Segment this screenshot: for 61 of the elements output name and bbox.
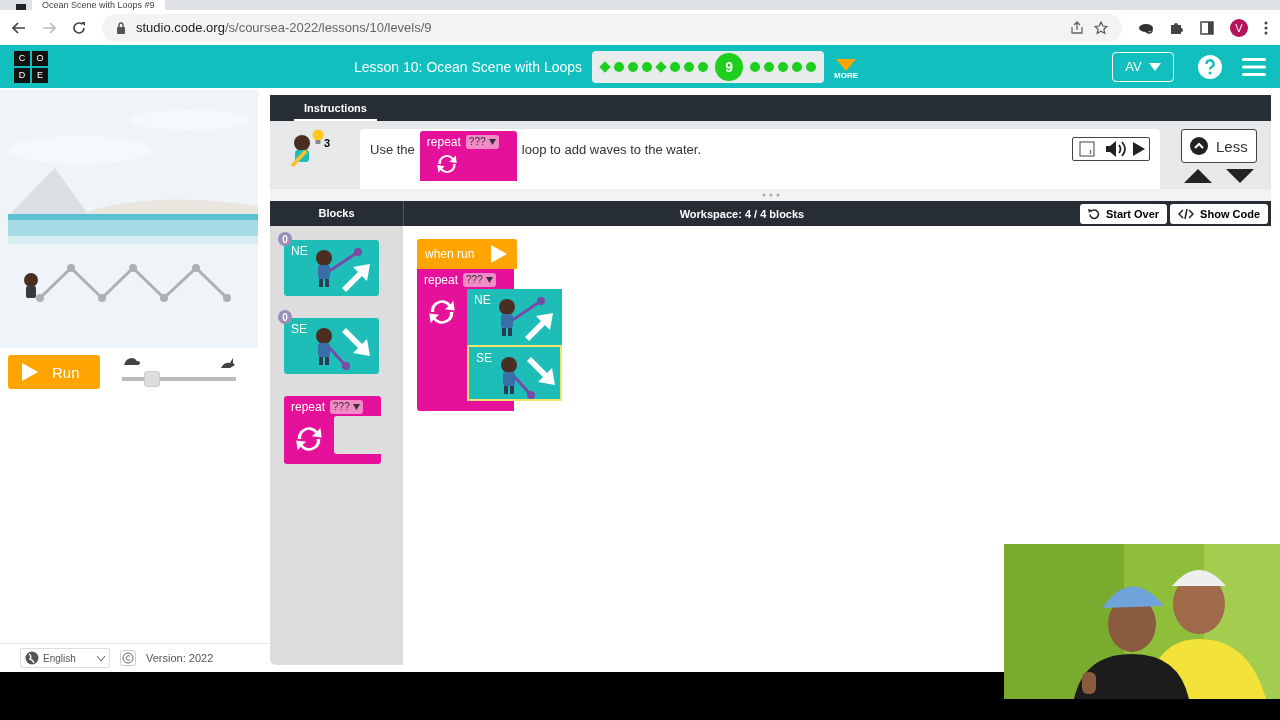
level-dot[interactable] — [778, 61, 789, 72]
caret-icon[interactable] — [485, 273, 496, 287]
back-icon[interactable] — [12, 20, 26, 35]
menu-icon[interactable] — [1242, 56, 1266, 77]
show-code-button[interactable]: Show Code — [1170, 203, 1268, 224]
hint-count: 3 — [324, 137, 331, 149]
level-dot[interactable] — [764, 61, 775, 72]
version-text: Version: 2022 — [146, 652, 214, 664]
logo[interactable]: C O D E — [14, 50, 48, 83]
caret-icon[interactable] — [488, 135, 499, 149]
slider-thumb[interactable] — [143, 371, 160, 387]
level-dot[interactable] — [684, 61, 695, 72]
workspace-title: Workspace: 4 / 4 blocks — [678, 207, 806, 220]
resize-handle-icon[interactable] — [761, 193, 780, 197]
instruction-text: loop to add waves to the water. — [521, 142, 702, 157]
help-icon[interactable] — [1198, 54, 1222, 79]
share-icon[interactable] — [1070, 20, 1084, 35]
profile-avatar[interactable]: V — [1230, 18, 1248, 37]
reload-icon[interactable] — [72, 20, 86, 35]
address-bar[interactable]: studio.code.org/s/coursea-2022/lessons/10/levels/9 — [102, 13, 1122, 42]
play-icon — [489, 243, 509, 265]
repeat-block[interactable]: repeat ??? NE SE — [417, 269, 562, 411]
count-badge: 0 — [278, 232, 292, 246]
more-icon[interactable] — [1264, 20, 1268, 35]
collapse-icon[interactable] — [1190, 137, 1208, 155]
repeat-block[interactable]: repeat ??? — [284, 396, 381, 464]
level-dot[interactable] — [628, 61, 639, 72]
level-dot[interactable] — [698, 61, 709, 72]
level-dot[interactable] — [614, 61, 625, 72]
chevron-icon[interactable] — [97, 655, 105, 661]
level-dot[interactable] — [670, 61, 681, 72]
url-text: studio.code.org/s/coursea-2022/lessons/10/levels/9 — [136, 20, 432, 35]
globe-icon — [25, 651, 39, 665]
instruction-text: Use the — [370, 142, 415, 157]
caret-icon[interactable] — [352, 400, 363, 414]
level-dot[interactable] — [750, 61, 761, 72]
sidebar-icon[interactable] — [1200, 20, 1214, 35]
start-over-button[interactable]: Start Over — [1079, 203, 1168, 224]
turtle-icon — [122, 357, 140, 367]
scroll-down-icon[interactable] — [1226, 169, 1254, 183]
site-icon — [16, 4, 26, 10]
forward-icon[interactable] — [42, 20, 56, 35]
undo-icon[interactable] — [1087, 207, 1100, 220]
code-icon[interactable] — [1178, 207, 1195, 220]
repeat-block: repeat ??? — [419, 131, 517, 181]
less-button[interactable]: Less — [1181, 129, 1257, 163]
rabbit-icon — [220, 357, 236, 369]
level-dot[interactable] — [642, 61, 653, 72]
lightbulb-icon[interactable] — [312, 129, 324, 145]
count-badge: 0 — [278, 310, 292, 324]
browser-tab[interactable]: Ocean Scene with Loops #9 — [32, 0, 165, 10]
language-select[interactable]: English — [20, 648, 110, 668]
lesson-title: Lesson 10: Ocean Scene with Loops — [354, 58, 583, 75]
speaker-icon[interactable] — [1103, 138, 1129, 160]
puzzle-icon[interactable] — [1170, 20, 1184, 35]
copyright-icon[interactable] — [120, 650, 136, 666]
scroll-up-icon[interactable] — [1184, 169, 1212, 183]
lock-icon — [116, 21, 126, 34]
star-icon[interactable] — [1094, 20, 1108, 35]
level-dot[interactable] — [792, 61, 803, 72]
level-dot[interactable] — [806, 61, 817, 72]
